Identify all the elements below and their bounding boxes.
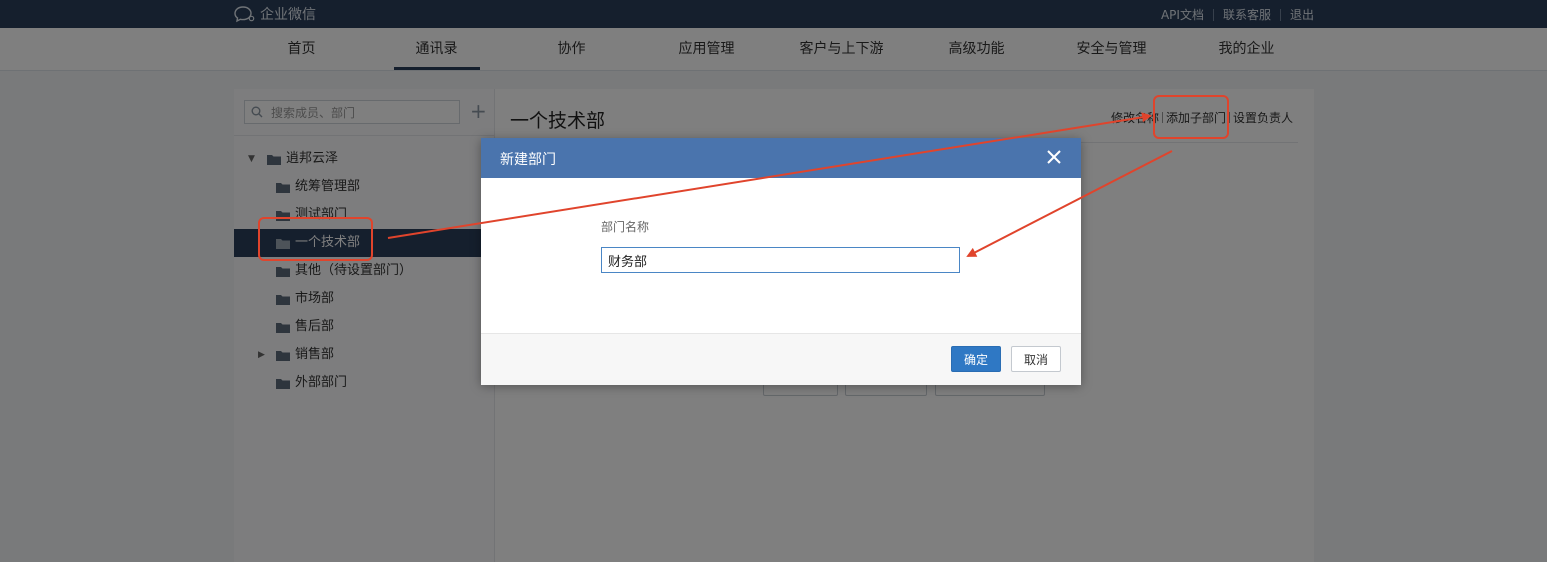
annotation-arrow bbox=[966, 150, 1173, 257]
annotation-arrows bbox=[387, 112, 1173, 257]
annotation-arrow bbox=[387, 112, 1152, 239]
